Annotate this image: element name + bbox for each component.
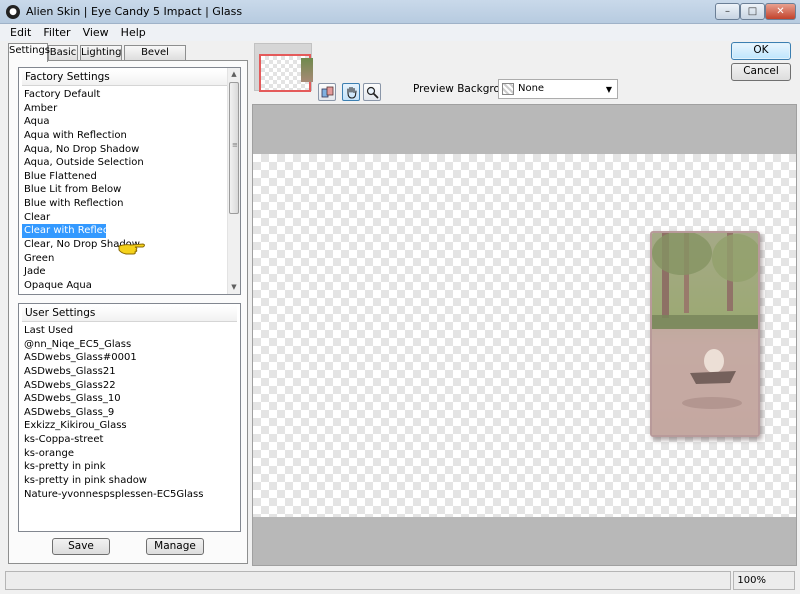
menu-filter[interactable]: Filter — [37, 24, 76, 40]
maximize-button[interactable]: □ — [740, 3, 765, 20]
zoom-magnifier-icon — [366, 86, 379, 99]
hand-pan-icon — [347, 86, 357, 99]
preview-toggle-icon — [321, 86, 334, 98]
menu-bar: Edit Filter View Help — [0, 24, 800, 41]
status-bar: 100% — [0, 568, 800, 594]
tab-lighting[interactable]: Lighting — [80, 45, 122, 61]
preview-navigator[interactable] — [254, 43, 313, 92]
factory-setting-item[interactable]: Aqua, Outside Selection — [19, 156, 227, 170]
window-title: Alien Skin | Eye Candy 5 Impact | Glass — [26, 5, 243, 18]
factory-setting-item[interactable]: Aqua — [19, 115, 227, 129]
factory-setting-item[interactable]: Jade — [19, 265, 227, 279]
factory-settings-header: Factory Settings — [22, 70, 237, 86]
navigator-view-frame[interactable] — [259, 54, 313, 92]
user-setting-item[interactable]: ks-Coppa-street — [19, 433, 239, 447]
background-swatch — [502, 83, 514, 95]
factory-setting-item[interactable]: Blue Lit from Below — [19, 183, 227, 197]
tab-settings[interactable]: Settings — [8, 43, 50, 62]
factory-setting-item[interactable]: Blue with Reflection — [19, 197, 227, 211]
factory-setting-item[interactable]: Blue Flattened — [19, 170, 227, 184]
zoom-tool-button[interactable] — [363, 83, 381, 101]
user-setting-item[interactable]: ASDwebs_Glass_9 — [19, 406, 239, 420]
user-settings-header: User Settings — [22, 306, 237, 322]
user-settings-items: Last Used @nn_Niqe_EC5_Glass ASDwebs_Glass… — [19, 324, 239, 501]
save-button[interactable]: Save — [52, 538, 110, 555]
tab-bevel-profile[interactable]: Bevel Profile — [124, 45, 186, 72]
glass-painting-image — [652, 233, 758, 435]
client-area: Settings Basic Lighting Bevel Profile Fa… — [0, 41, 800, 594]
grip-icon: ≡ — [232, 141, 238, 149]
pointing-hand-icon — [118, 243, 145, 255]
app-logo-icon: ● — [6, 5, 20, 19]
user-setting-item[interactable]: Exkizz_Kikirou_Glass — [19, 419, 239, 433]
user-setting-item[interactable]: ASDwebs_Glass22 — [19, 379, 239, 393]
title-bar: ● Alien Skin | Eye Candy 5 Impact | Glas… — [0, 0, 800, 24]
factory-setting-item[interactable]: Clear with Reflection — [22, 224, 127, 239]
scrollbar-thumb[interactable]: ≡ — [229, 82, 239, 214]
user-setting-item[interactable]: ks-pretty in pink — [19, 460, 239, 474]
manage-button[interactable]: Manage — [146, 538, 204, 555]
user-setting-item[interactable]: ASDwebs_Glass_10 — [19, 392, 239, 406]
factory-setting-item[interactable]: Factory Default — [19, 88, 227, 102]
factory-settings-items: Factory Default Amber Aqua Aqua with Reflec… — [19, 88, 227, 293]
preview-toggle-button[interactable] — [318, 83, 336, 101]
close-button[interactable]: ✕ — [765, 3, 796, 20]
scroll-up-arrow-icon[interactable]: ▲ — [228, 68, 240, 81]
preview-background-value: None — [518, 83, 545, 94]
dropdown-arrow-icon: ▼ — [605, 85, 612, 94]
preview-background-dropdown[interactable]: None ▼ — [498, 79, 618, 99]
status-message-field — [5, 571, 731, 590]
factory-setting-item[interactable]: Aqua with Reflection — [19, 129, 227, 143]
user-settings-list[interactable]: User Settings Last Used @nn_Niqe_EC5_Glas… — [18, 303, 241, 532]
zoom-level: 100% — [733, 571, 795, 590]
ok-button[interactable]: OK — [731, 42, 791, 60]
hand-tool-button[interactable] — [342, 83, 360, 101]
user-setting-item[interactable]: ASDwebs_Glass#0001 — [19, 351, 239, 365]
user-setting-item[interactable]: Nature-yvonnespsplessen-EC5Glass — [19, 488, 239, 502]
preview-image — [650, 231, 760, 437]
settings-panel: Factory Settings Factory Default Amber Aqu… — [8, 60, 248, 564]
cancel-button[interactable]: Cancel — [731, 63, 791, 81]
user-setting-item[interactable]: ks-pretty in pink shadow — [19, 474, 239, 488]
minimize-button[interactable]: – — [715, 3, 740, 20]
user-setting-item[interactable]: Last Used — [19, 324, 239, 338]
user-setting-item[interactable]: ASDwebs_Glass21 — [19, 365, 239, 379]
scroll-down-arrow-icon[interactable]: ▼ — [228, 281, 240, 294]
factory-setting-item[interactable]: Amber — [19, 102, 227, 116]
navigator-thumbnail — [301, 58, 313, 82]
factory-setting-item[interactable]: Aqua, No Drop Shadow — [19, 143, 227, 157]
user-setting-item[interactable]: ks-orange — [19, 447, 239, 461]
menu-edit[interactable]: Edit — [0, 24, 37, 40]
menu-view[interactable]: View — [77, 24, 115, 40]
factory-settings-list[interactable]: Factory Settings Factory Default Amber Aqu… — [18, 67, 241, 295]
menu-help[interactable]: Help — [115, 24, 152, 40]
factory-list-scrollbar[interactable]: ▲ ≡ ▼ — [227, 68, 240, 294]
user-setting-item[interactable]: @nn_Niqe_EC5_Glass — [19, 338, 239, 352]
factory-setting-item[interactable]: Opaque Aqua — [19, 279, 227, 293]
preview-canvas[interactable] — [252, 104, 797, 566]
factory-setting-item[interactable]: Clear — [19, 211, 227, 225]
tab-basic[interactable]: Basic — [48, 45, 78, 61]
